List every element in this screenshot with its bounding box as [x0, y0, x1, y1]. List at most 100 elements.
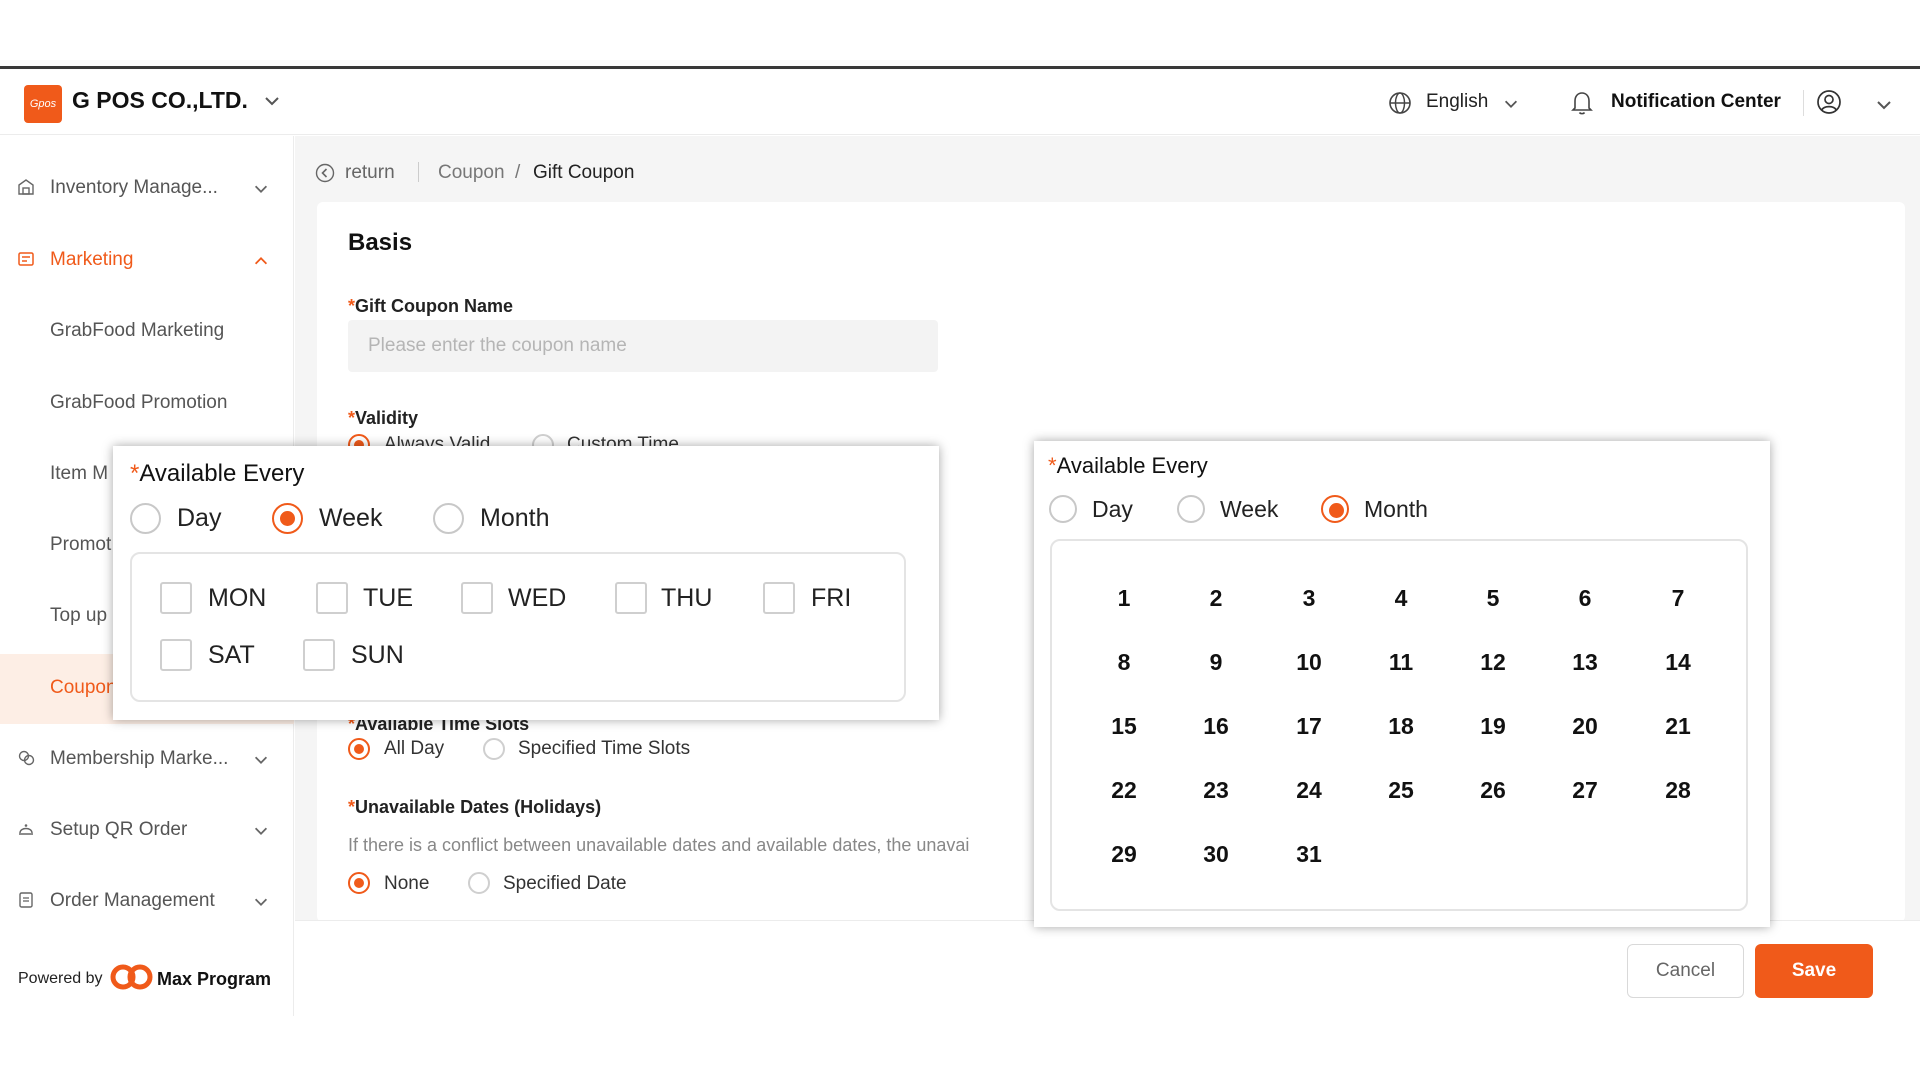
month-day-27[interactable]: 27: [1555, 777, 1615, 804]
checkbox-sat[interactable]: [160, 639, 192, 671]
radio-month[interactable]: [1321, 495, 1349, 523]
sidebar-item-label: Item M: [50, 463, 109, 484]
month-day-15[interactable]: 15: [1094, 713, 1154, 740]
month-day-30[interactable]: 30: [1186, 841, 1246, 868]
month-day-13[interactable]: 13: [1555, 649, 1615, 676]
return-circle-icon[interactable]: [315, 163, 335, 183]
checkbox-thu[interactable]: [615, 582, 647, 614]
radio-week[interactable]: [1177, 495, 1205, 523]
save-button[interactable]: Save: [1755, 944, 1873, 998]
notification-center-link[interactable]: Notification Center: [1611, 91, 1781, 113]
gpos-logo: Gpos: [24, 85, 62, 123]
month-day-25[interactable]: 25: [1371, 777, 1431, 804]
holidays-label: *Unavailable Dates (Holidays): [348, 797, 602, 817]
month-day-12[interactable]: 12: [1463, 649, 1523, 676]
sidebar-item-order-management[interactable]: Order Management: [0, 867, 294, 937]
cancel-button[interactable]: Cancel: [1627, 944, 1744, 998]
sidebar-item-inventory[interactable]: Inventory Manage...: [0, 154, 294, 224]
month-day-23[interactable]: 23: [1186, 777, 1246, 804]
month-day-17[interactable]: 17: [1279, 713, 1339, 740]
holidays-none-radio[interactable]: [348, 872, 370, 894]
chevron-down-icon[interactable]: [262, 91, 282, 111]
sidebar-item-label: Membership Marke...: [50, 748, 229, 769]
radio-day-label: Day: [177, 504, 222, 532]
chevron-down-icon: [254, 827, 268, 835]
sidebar-item-label: GrabFood Promotion: [50, 392, 228, 413]
time-slots-all-day-radio[interactable]: [348, 738, 370, 760]
radio-month[interactable]: [433, 503, 464, 534]
chevron-up-icon: [254, 257, 268, 265]
checkbox-mon[interactable]: [160, 582, 192, 614]
chevron-down-icon[interactable]: [1874, 95, 1894, 115]
weekday-label: SAT: [208, 641, 255, 669]
sidebar-item-marketing[interactable]: Marketing: [0, 226, 294, 296]
header-divider: [1803, 90, 1804, 116]
month-day-4[interactable]: 4: [1371, 585, 1431, 612]
month-day-9[interactable]: 9: [1186, 649, 1246, 676]
globe-icon[interactable]: [1388, 91, 1412, 115]
month-day-14[interactable]: 14: [1648, 649, 1708, 676]
weekday-label: FRI: [811, 584, 852, 612]
month-day-31[interactable]: 31: [1279, 841, 1339, 868]
holidays-specified-radio[interactable]: [468, 872, 490, 894]
month-day-2[interactable]: 2: [1186, 585, 1246, 612]
month-day-26[interactable]: 26: [1463, 777, 1523, 804]
top-header: Gpos G POS CO.,LTD. English Notification…: [0, 69, 1920, 135]
month-day-7[interactable]: 7: [1648, 585, 1708, 612]
month-day-3[interactable]: 3: [1279, 585, 1339, 612]
company-name[interactable]: G POS CO.,LTD.: [72, 87, 248, 114]
chevron-down-icon: [254, 756, 268, 764]
radio-week-label: Week: [1220, 496, 1279, 522]
max-program-brand: Max Program: [157, 969, 272, 989]
radio-day-label: Day: [1092, 496, 1133, 522]
radio-week-label: Week: [319, 504, 383, 532]
language-selector[interactable]: English: [1426, 91, 1488, 113]
sidebar-item-grabfood-marketing[interactable]: GrabFood Marketing: [0, 297, 294, 367]
membership-icon: [18, 750, 35, 766]
month-day-18[interactable]: 18: [1371, 713, 1431, 740]
radio-month-label: Month: [1364, 496, 1428, 522]
radio-day[interactable]: [1049, 495, 1077, 523]
checkbox-fri[interactable]: [763, 582, 795, 614]
radio-day[interactable]: [130, 503, 161, 534]
month-day-8[interactable]: 8: [1094, 649, 1154, 676]
weekday-label: THU: [661, 584, 713, 612]
radio-week[interactable]: [272, 503, 303, 534]
return-link[interactable]: return: [345, 162, 395, 184]
coupon-name-input[interactable]: [348, 320, 938, 372]
checkbox-sun[interactable]: [303, 639, 335, 671]
checkbox-wed[interactable]: [461, 582, 493, 614]
breadcrumb-coupon[interactable]: Coupon: [438, 162, 505, 184]
chevron-down-icon[interactable]: [1502, 95, 1520, 113]
month-day-1[interactable]: 1: [1094, 585, 1154, 612]
marketing-icon: [18, 252, 34, 266]
month-day-16[interactable]: 16: [1186, 713, 1246, 740]
month-day-22[interactable]: 22: [1094, 777, 1154, 804]
warehouse-icon: [18, 179, 34, 195]
month-day-28[interactable]: 28: [1648, 777, 1708, 804]
month-day-11[interactable]: 11: [1371, 649, 1431, 676]
panel-title: *Available Every: [1048, 453, 1208, 478]
bell-icon[interactable]: [1570, 90, 1594, 116]
sidebar-item-grabfood-promotion[interactable]: GrabFood Promotion: [0, 369, 294, 439]
weekday-box: MON TUE WED THU FRI SAT SUN: [130, 552, 906, 702]
sidebar-item-label: Marketing: [50, 249, 134, 270]
sidebar-item-membership[interactable]: Membership Marke...: [0, 725, 294, 795]
month-day-24[interactable]: 24: [1279, 777, 1339, 804]
month-day-5[interactable]: 5: [1463, 585, 1523, 612]
month-day-6[interactable]: 6: [1555, 585, 1615, 612]
sidebar-item-label: Inventory Manage...: [50, 177, 218, 198]
chevron-down-icon: [254, 185, 268, 193]
month-day-21[interactable]: 21: [1648, 713, 1708, 740]
coupon-name-label: *Gift Coupon Name: [348, 296, 514, 316]
sidebar-item-setup-qr-order[interactable]: Setup QR Order: [0, 796, 294, 866]
time-slots-specified-radio[interactable]: [483, 738, 505, 760]
month-day-20[interactable]: 20: [1555, 713, 1615, 740]
radio-month-label: Month: [480, 504, 550, 532]
month-day-10[interactable]: 10: [1279, 649, 1339, 676]
month-day-19[interactable]: 19: [1463, 713, 1523, 740]
holidays-specified-label: Specified Date: [503, 873, 627, 894]
month-day-29[interactable]: 29: [1094, 841, 1154, 868]
user-avatar-icon[interactable]: [1816, 89, 1842, 115]
checkbox-tue[interactable]: [316, 582, 348, 614]
